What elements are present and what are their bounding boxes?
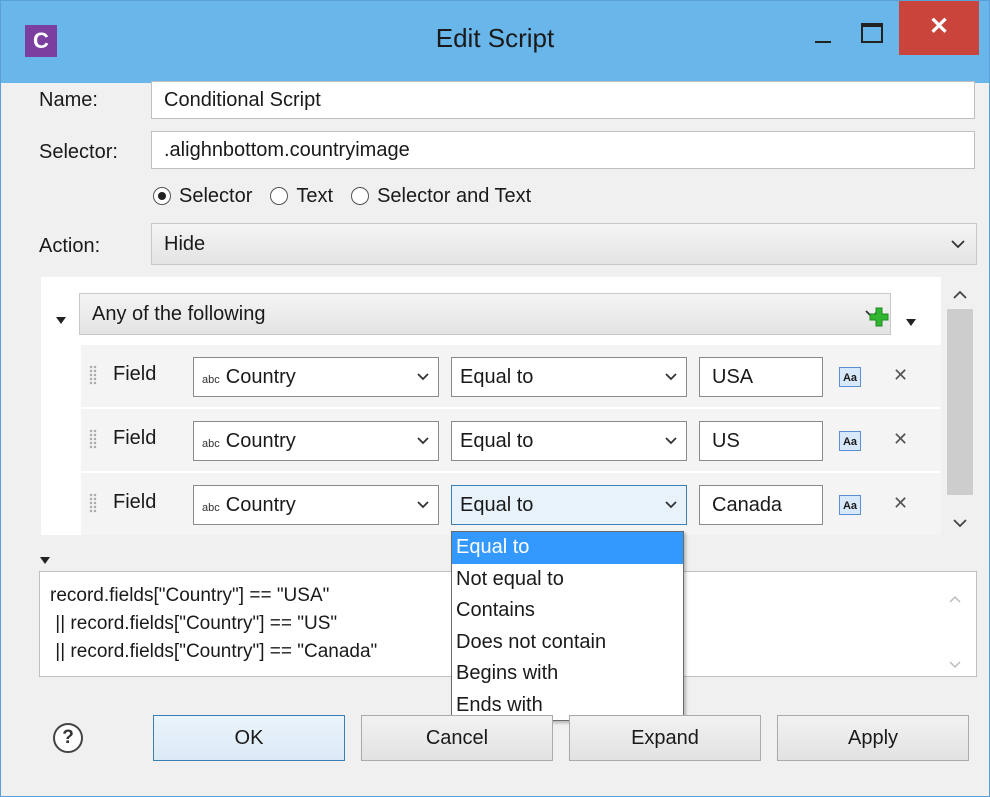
cancel-button[interactable]: Cancel — [361, 715, 553, 761]
minimize-icon[interactable] — [801, 15, 845, 55]
action-select-value: Hide — [164, 233, 206, 255]
drag-handle-icon[interactable] — [89, 493, 97, 513]
operator-select-value: Equal to — [460, 366, 534, 388]
chevron-down-icon — [664, 422, 678, 460]
field-select[interactable]: abc Country — [193, 357, 439, 397]
edit-script-dialog: C Edit Script ✕ Name: Conditional Script… — [0, 0, 990, 797]
selector-field[interactable]: .alighnbottom.countryimage — [151, 131, 975, 169]
radio-selector-and-text-icon — [351, 187, 370, 205]
radio-text-icon — [270, 187, 289, 205]
selector-label: Selector: — [39, 141, 118, 163]
dropdown-option[interactable]: Begins with — [452, 658, 683, 690]
expand-button[interactable]: Expand — [569, 715, 761, 761]
rule-value-input[interactable]: Canada — [699, 485, 823, 525]
code-scroll-up-icon[interactable] — [948, 586, 962, 603]
rules-panel: Any of the following Field abc Country Eq… — [41, 277, 941, 535]
title-bar[interactable]: C Edit Script ✕ — [1, 1, 989, 83]
dropdown-option[interactable]: Does not contain — [452, 627, 683, 659]
close-button[interactable]: ✕ — [899, 1, 979, 55]
dropdown-option[interactable]: Not equal to — [452, 564, 683, 596]
field-select[interactable]: abc Country — [193, 485, 439, 525]
field-select-value: Country — [225, 494, 296, 516]
text-type-icon: abc — [202, 438, 220, 450]
group-mode-select[interactable]: Any of the following — [79, 293, 891, 335]
field-select[interactable]: abc Country — [193, 421, 439, 461]
rule-value-input[interactable]: USA — [699, 357, 823, 397]
field-select-value: Country — [225, 366, 296, 388]
operator-select[interactable]: Equal to — [451, 357, 687, 397]
add-rule-icon[interactable] — [869, 307, 889, 333]
operator-select-value: Equal to — [460, 494, 534, 516]
collapse-group-icon[interactable] — [55, 309, 67, 332]
rule-row: Field abc Country Equal to USA Aa ✕ — [81, 345, 941, 408]
rule-kind-label: Field — [113, 427, 157, 449]
action-label: Action: — [39, 235, 101, 257]
match-case-icon[interactable]: Aa — [839, 495, 861, 515]
radio-selector[interactable]: Selector — [153, 185, 252, 208]
chevron-down-icon — [664, 358, 678, 396]
group-mode-value: Any of the following — [92, 303, 266, 325]
text-type-icon: abc — [202, 374, 220, 386]
radio-text[interactable]: Text — [270, 185, 333, 208]
match-case-icon[interactable]: Aa — [839, 367, 861, 387]
operator-select-value: Equal to — [460, 430, 534, 452]
operator-select-open[interactable]: Equal to — [451, 485, 687, 525]
radio-text-label: Text — [296, 184, 334, 207]
remove-rule-icon[interactable]: ✕ — [893, 429, 908, 450]
action-select[interactable]: Hide — [151, 223, 977, 265]
help-icon[interactable]: ? — [53, 723, 83, 753]
collapse-code-icon[interactable] — [39, 549, 51, 572]
chevron-down-icon — [416, 358, 430, 396]
scroll-up-icon[interactable] — [951, 285, 969, 299]
chevron-down-icon — [950, 224, 966, 264]
remove-rule-icon[interactable]: ✕ — [893, 493, 908, 514]
scroll-down-icon[interactable] — [951, 513, 969, 528]
name-field[interactable]: Conditional Script — [151, 81, 975, 119]
field-select-value: Country — [225, 430, 296, 452]
rule-value-input[interactable]: US — [699, 421, 823, 461]
operator-select[interactable]: Equal to — [451, 421, 687, 461]
rule-row: Field abc Country Equal to US Aa ✕ — [81, 409, 941, 472]
maximize-icon[interactable] — [849, 15, 893, 55]
text-type-icon: abc — [202, 502, 220, 514]
radio-selector-and-text[interactable]: Selector and Text — [351, 185, 531, 208]
remove-rule-icon[interactable]: ✕ — [893, 365, 908, 386]
rule-row: Field abc Country Equal to Canada Aa ✕ — [81, 473, 941, 535]
operator-dropdown-list: Equal to Not equal to Contains Does not … — [451, 531, 684, 721]
drag-handle-icon[interactable] — [89, 429, 97, 449]
chevron-down-icon — [664, 486, 678, 524]
code-scroll-down-icon[interactable] — [948, 652, 962, 669]
rule-kind-label: Field — [113, 363, 157, 385]
rules-scrollbar[interactable] — [943, 277, 977, 535]
selector-mode-radio-group: Selector Text Selector and Text — [153, 181, 549, 211]
drag-handle-icon[interactable] — [89, 365, 97, 385]
radio-selector-icon — [153, 187, 171, 205]
add-rule-menu-arrow-icon[interactable] — [905, 311, 917, 334]
dropdown-option[interactable]: Contains — [452, 595, 683, 627]
scrollbar-thumb[interactable] — [947, 309, 973, 495]
chevron-down-icon — [416, 422, 430, 460]
chevron-down-icon — [416, 486, 430, 524]
ok-button[interactable]: OK — [153, 715, 345, 761]
apply-button[interactable]: Apply — [777, 715, 969, 761]
name-label: Name: — [39, 89, 98, 111]
match-case-icon[interactable]: Aa — [839, 431, 861, 451]
radio-selector-label: Selector — [179, 184, 253, 207]
rule-kind-label: Field — [113, 491, 157, 513]
dropdown-option[interactable]: Equal to — [452, 532, 683, 564]
radio-selector-and-text-label: Selector and Text — [377, 184, 532, 207]
